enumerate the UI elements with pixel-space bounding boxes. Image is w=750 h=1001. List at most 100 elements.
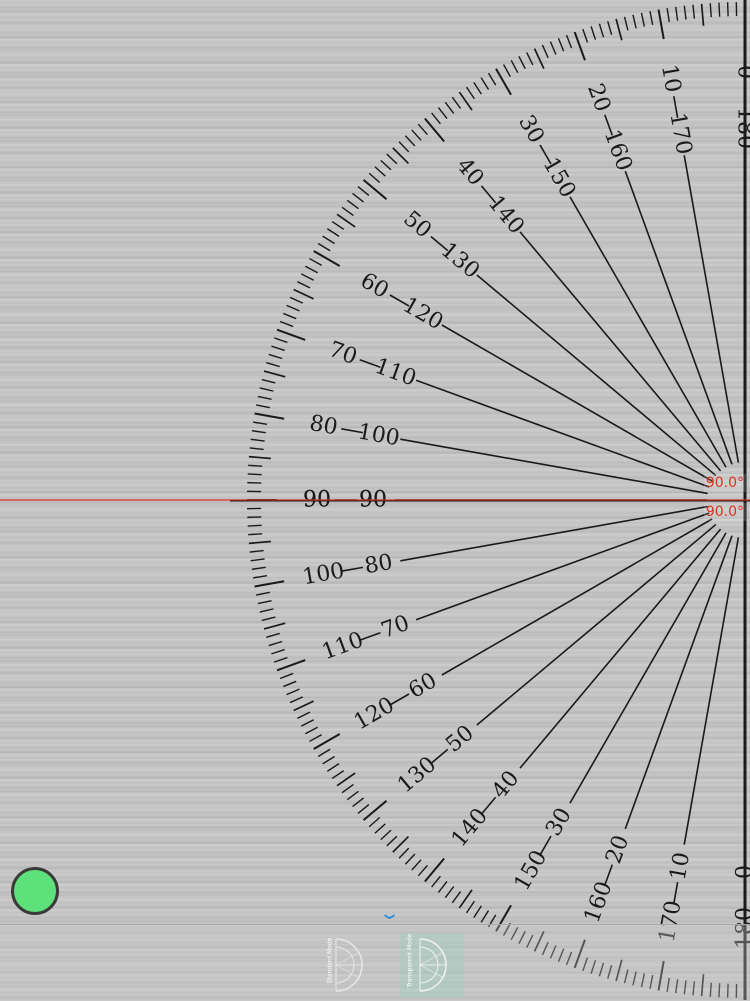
inner-scale-label: 80 bbox=[363, 550, 395, 579]
degree-tick bbox=[412, 860, 421, 870]
outer-scale-label: 10 bbox=[656, 63, 685, 95]
degree-tick bbox=[364, 180, 387, 199]
angle-ray bbox=[570, 533, 726, 803]
degree-tick bbox=[248, 534, 262, 535]
degree-tick bbox=[459, 890, 472, 908]
degree-tick bbox=[327, 229, 339, 237]
degree-tick bbox=[467, 87, 475, 99]
degree-tick bbox=[253, 576, 267, 578]
angle-ray bbox=[442, 325, 712, 481]
degree-tick bbox=[358, 805, 369, 814]
inner-scale-label: 0 bbox=[733, 865, 750, 879]
outer-scale-label: 100 bbox=[301, 558, 347, 590]
degree-tick bbox=[387, 154, 397, 164]
degree-tick bbox=[258, 601, 272, 604]
degree-tick bbox=[271, 346, 284, 350]
degree-tick bbox=[474, 906, 482, 918]
degree-tick bbox=[256, 405, 270, 408]
degree-tick bbox=[719, 3, 720, 17]
outer-scale-label: 20 bbox=[582, 80, 615, 115]
degree-tick bbox=[676, 7, 678, 21]
degree-tick bbox=[250, 551, 264, 552]
degree-tick bbox=[375, 824, 385, 833]
inner-scale-label: 100 bbox=[356, 419, 402, 451]
outer-scale-label: 60 bbox=[356, 268, 393, 304]
angle-ray bbox=[570, 197, 726, 467]
degree-tick bbox=[445, 102, 453, 113]
degree-tick bbox=[342, 784, 353, 792]
degree-tick bbox=[467, 901, 475, 913]
inner-scale-label: 130 bbox=[436, 238, 484, 284]
degree-tick bbox=[251, 439, 265, 441]
degree-tick bbox=[481, 910, 488, 922]
degree-tick bbox=[294, 290, 314, 299]
degree-tick bbox=[274, 338, 287, 343]
degree-tick bbox=[425, 859, 444, 882]
degree-tick bbox=[287, 305, 300, 310]
degree-tick bbox=[693, 5, 694, 19]
degree-tick bbox=[369, 173, 380, 182]
inner-scale-label: 120 bbox=[398, 293, 447, 336]
degree-tick bbox=[432, 113, 441, 124]
degree-tick bbox=[452, 97, 460, 108]
degree-tick bbox=[432, 876, 441, 887]
degree-tick bbox=[297, 712, 310, 718]
degree-tick bbox=[280, 673, 293, 678]
degree-tick bbox=[301, 720, 313, 726]
angle-ray bbox=[400, 439, 707, 493]
label-connector bbox=[674, 882, 678, 904]
outer-scale-label: 110 bbox=[319, 627, 367, 665]
degree-tick bbox=[375, 167, 385, 176]
degree-tick bbox=[445, 887, 453, 898]
degree-tick bbox=[418, 124, 427, 135]
inner-scale-label: 60 bbox=[404, 668, 441, 704]
label-connector bbox=[390, 694, 409, 705]
degree-tick bbox=[519, 56, 525, 68]
angle-ray bbox=[400, 507, 707, 561]
degree-tick bbox=[667, 8, 669, 22]
degree-tick bbox=[438, 108, 447, 119]
outer-scale-label: 0 bbox=[733, 65, 750, 79]
degree-tick bbox=[489, 73, 496, 85]
degree-tick bbox=[535, 49, 544, 69]
degree-tick bbox=[641, 13, 644, 27]
degree-tick bbox=[249, 541, 271, 543]
degree-tick bbox=[280, 322, 293, 327]
degree-tick bbox=[252, 431, 266, 433]
degree-tick bbox=[702, 4, 704, 26]
standard-mode-label: Standard Mode bbox=[327, 929, 334, 993]
outer-scale-label: 50 bbox=[398, 206, 436, 243]
degree-tick bbox=[405, 136, 415, 146]
outer-scale-label: 150 bbox=[510, 846, 553, 895]
degree-tick bbox=[405, 854, 415, 864]
standard-mode-button[interactable]: Standard Mode bbox=[320, 933, 384, 997]
degree-tick bbox=[608, 21, 612, 34]
degree-tick bbox=[474, 82, 482, 94]
mode-toolbar: Standard Mode Transparent Mode bbox=[0, 924, 750, 1001]
protractor-canvas[interactable]: 0180101702016030150401405013060120701108… bbox=[0, 0, 750, 1000]
degree-tick bbox=[262, 617, 276, 620]
record-button[interactable] bbox=[11, 867, 59, 915]
degree-tick bbox=[412, 130, 421, 140]
transparent-mode-button[interactable]: Transparent Mode bbox=[400, 933, 464, 997]
degree-tick bbox=[301, 274, 313, 280]
degree-tick bbox=[305, 266, 317, 273]
outer-scale-label: 120 bbox=[350, 693, 399, 736]
angle-ray bbox=[684, 155, 738, 462]
degree-tick bbox=[527, 52, 533, 65]
inner-scale-label: 10 bbox=[666, 850, 695, 882]
label-connector bbox=[431, 749, 448, 763]
degree-tick bbox=[511, 60, 518, 72]
degree-tick bbox=[290, 297, 303, 303]
degree-tick bbox=[297, 282, 310, 288]
degree-tick bbox=[269, 354, 282, 358]
inner-scale-label: 40 bbox=[487, 766, 524, 804]
chevron-down-icon[interactable]: ⌄ bbox=[378, 907, 401, 921]
degree-tick bbox=[283, 681, 296, 686]
degree-tick bbox=[318, 244, 330, 251]
degree-tick bbox=[459, 92, 472, 110]
degree-tick bbox=[271, 650, 284, 654]
angle-reading-bottom: 90.0° bbox=[704, 503, 746, 521]
degree-tick bbox=[250, 448, 264, 449]
degree-tick bbox=[381, 830, 391, 840]
